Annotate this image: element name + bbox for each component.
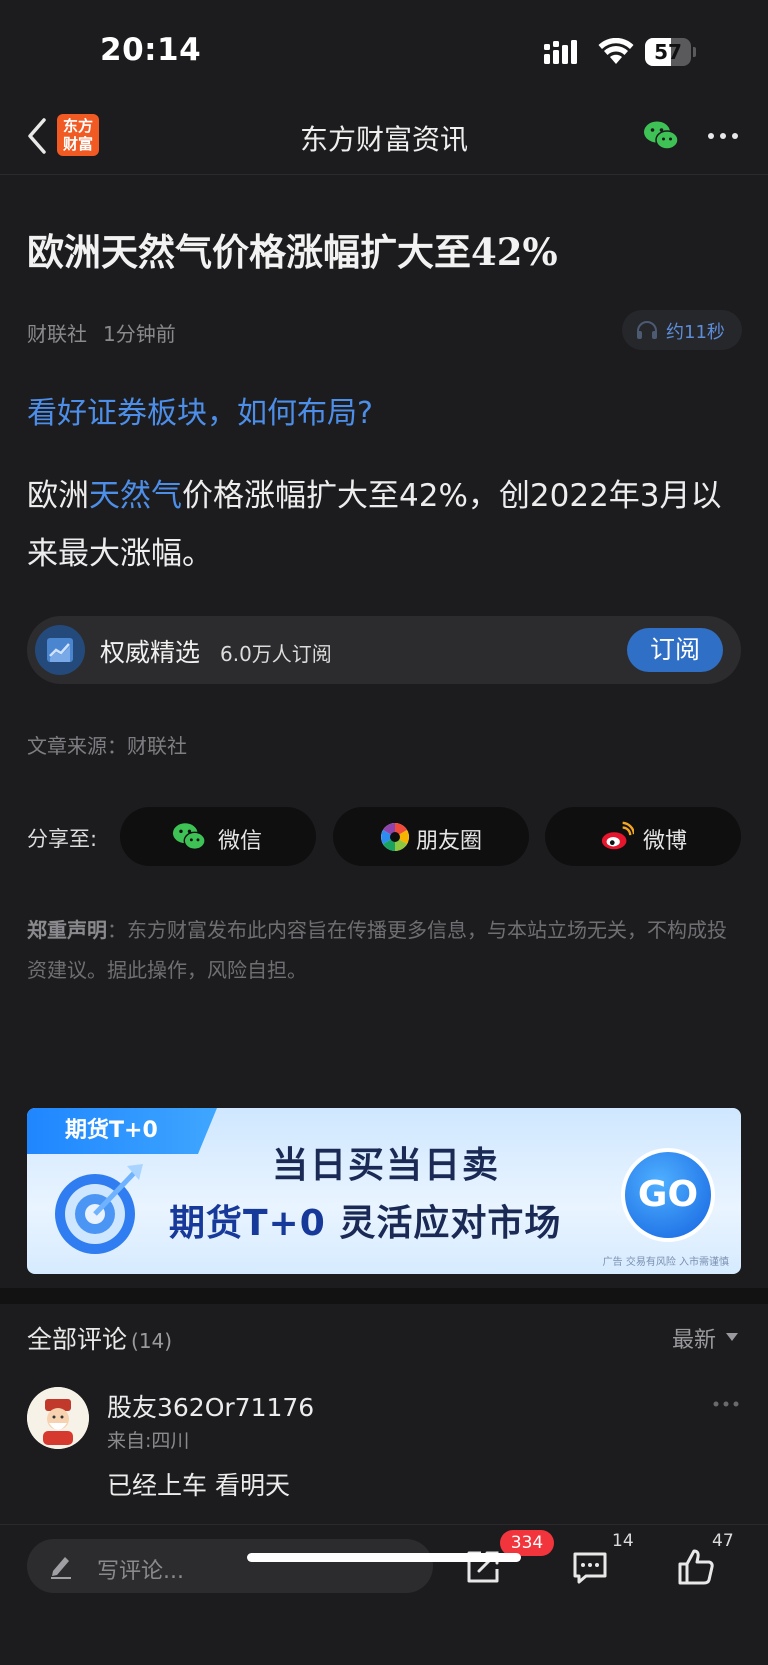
home-indicator [247,1553,521,1562]
comment-placeholder: 写评论... [97,1559,184,1584]
comments-header: 全部评论 (14) [27,1320,172,1356]
trend-chart-icon [47,638,73,662]
battery-level: 57 [654,40,682,64]
channel-name: 权威精选 [100,638,201,667]
comment-text: 已经上车 看明天 [107,1471,290,1500]
listen-audio-button[interactable]: 约11秒 [622,310,742,350]
ad-subline: 期货T+0 灵活应对市场 [169,1194,561,1246]
share-label: 分享至: [27,827,98,851]
caret-down-icon[interactable] [726,1333,738,1341]
ad-headline: 当日买当日卖 [272,1145,501,1186]
comment-count: 14 [612,1531,634,1551]
ad-subline-dark: 灵活应对市场 [339,1203,562,1244]
wifi-icon [598,38,634,64]
subscribe-button[interactable]: 订阅 [627,628,723,672]
comment-icon[interactable] [570,1547,610,1587]
subscriber-count: 6.0万人订阅 [220,642,332,666]
comment-location: 来自:四川 [107,1430,190,1452]
disclaimer-heading: 郑重声明 [27,918,107,942]
comments-count: (14) [131,1329,173,1353]
like-icon[interactable] [676,1547,716,1587]
promo-link[interactable]: 看好证券板块，如何布局? [27,388,373,432]
fortune-god-avatar-icon [27,1387,89,1449]
avatar[interactable] [27,1387,89,1449]
body-prefix: 欧洲 [27,478,89,514]
ad-subline-blue: 期货T+0 [169,1203,326,1244]
comment-more-icon[interactable] [712,1400,740,1408]
comments-sort-selector[interactable]: 最新 [672,1322,716,1354]
article-title: 欧洲天然气价格涨幅扩大至42% [27,230,558,274]
ad-banner[interactable]: 期货T+0 当日买当日卖 期货T+0 灵活应对市场 GO 广告 交易有风险 入市… [27,1108,741,1274]
audio-duration: 约11秒 [666,322,725,343]
moments-icon [381,823,409,851]
nav-bar: 东方 财富 东方财富资讯 [0,100,768,175]
share-weibo-label: 微博 [643,829,688,854]
cellular-signal-icon [544,40,577,64]
article-time: 1分钟前 [103,322,176,346]
article-source: 文章来源：财联社 [27,734,187,758]
share-wechat-label: 微信 [218,829,263,854]
share-weibo-button[interactable]: 微博 [545,807,741,866]
comment-input[interactable]: 写评论... [27,1539,433,1593]
share-moments-label: 朋友圈 [416,829,483,854]
like-count: 47 [712,1531,734,1551]
battery-icon: 57 [645,38,696,66]
status-time: 20:14 [100,32,202,68]
disclaimer-text: ：东方财富发布此内容旨在传播更多信息，与本站立场无关，不构成投资建议。据此操作，… [27,918,727,982]
section-divider [0,1288,768,1304]
weibo-icon [601,821,634,850]
wechat-share-icon[interactable] [643,120,679,152]
channel-avatar [35,625,85,675]
article-body: 欧洲天然气价格涨幅扩大至42%，创2022年3月以来最大涨幅。 [27,467,747,583]
status-bar: 20:14 57 [0,0,768,100]
ad-tag: 期货T+0 [27,1108,217,1154]
comments-title: 全部评论 [27,1325,128,1354]
bottom-action-bar: 写评论... 334 14 47 [0,1524,768,1665]
share-wechat-button[interactable]: 微信 [120,807,316,866]
comment-username[interactable]: 股友362Or71176 [107,1388,314,1424]
headphone-icon [637,321,657,339]
ad-fine-print: 广告 交易有风险 入市需谨慎 [602,1257,729,1268]
ad-go-button[interactable]: GO [621,1148,715,1242]
article-meta: 财联社 1分钟前 [27,318,176,347]
target-icon [55,1164,143,1254]
share-moments-button[interactable]: 朋友圈 [333,807,529,866]
article-source-name: 财联社 [27,322,87,346]
more-options-icon[interactable] [706,130,740,142]
disclaimer: 郑重声明：东方财富发布此内容旨在传播更多信息，与本站立场无关，不构成投资建议。据… [27,910,727,990]
subscription-card[interactable]: 权威精选 6.0万人订阅 订阅 [27,616,741,684]
body-keyword-link[interactable]: 天然气 [89,478,182,514]
wechat-icon [172,823,206,850]
pen-icon [51,1557,71,1579]
